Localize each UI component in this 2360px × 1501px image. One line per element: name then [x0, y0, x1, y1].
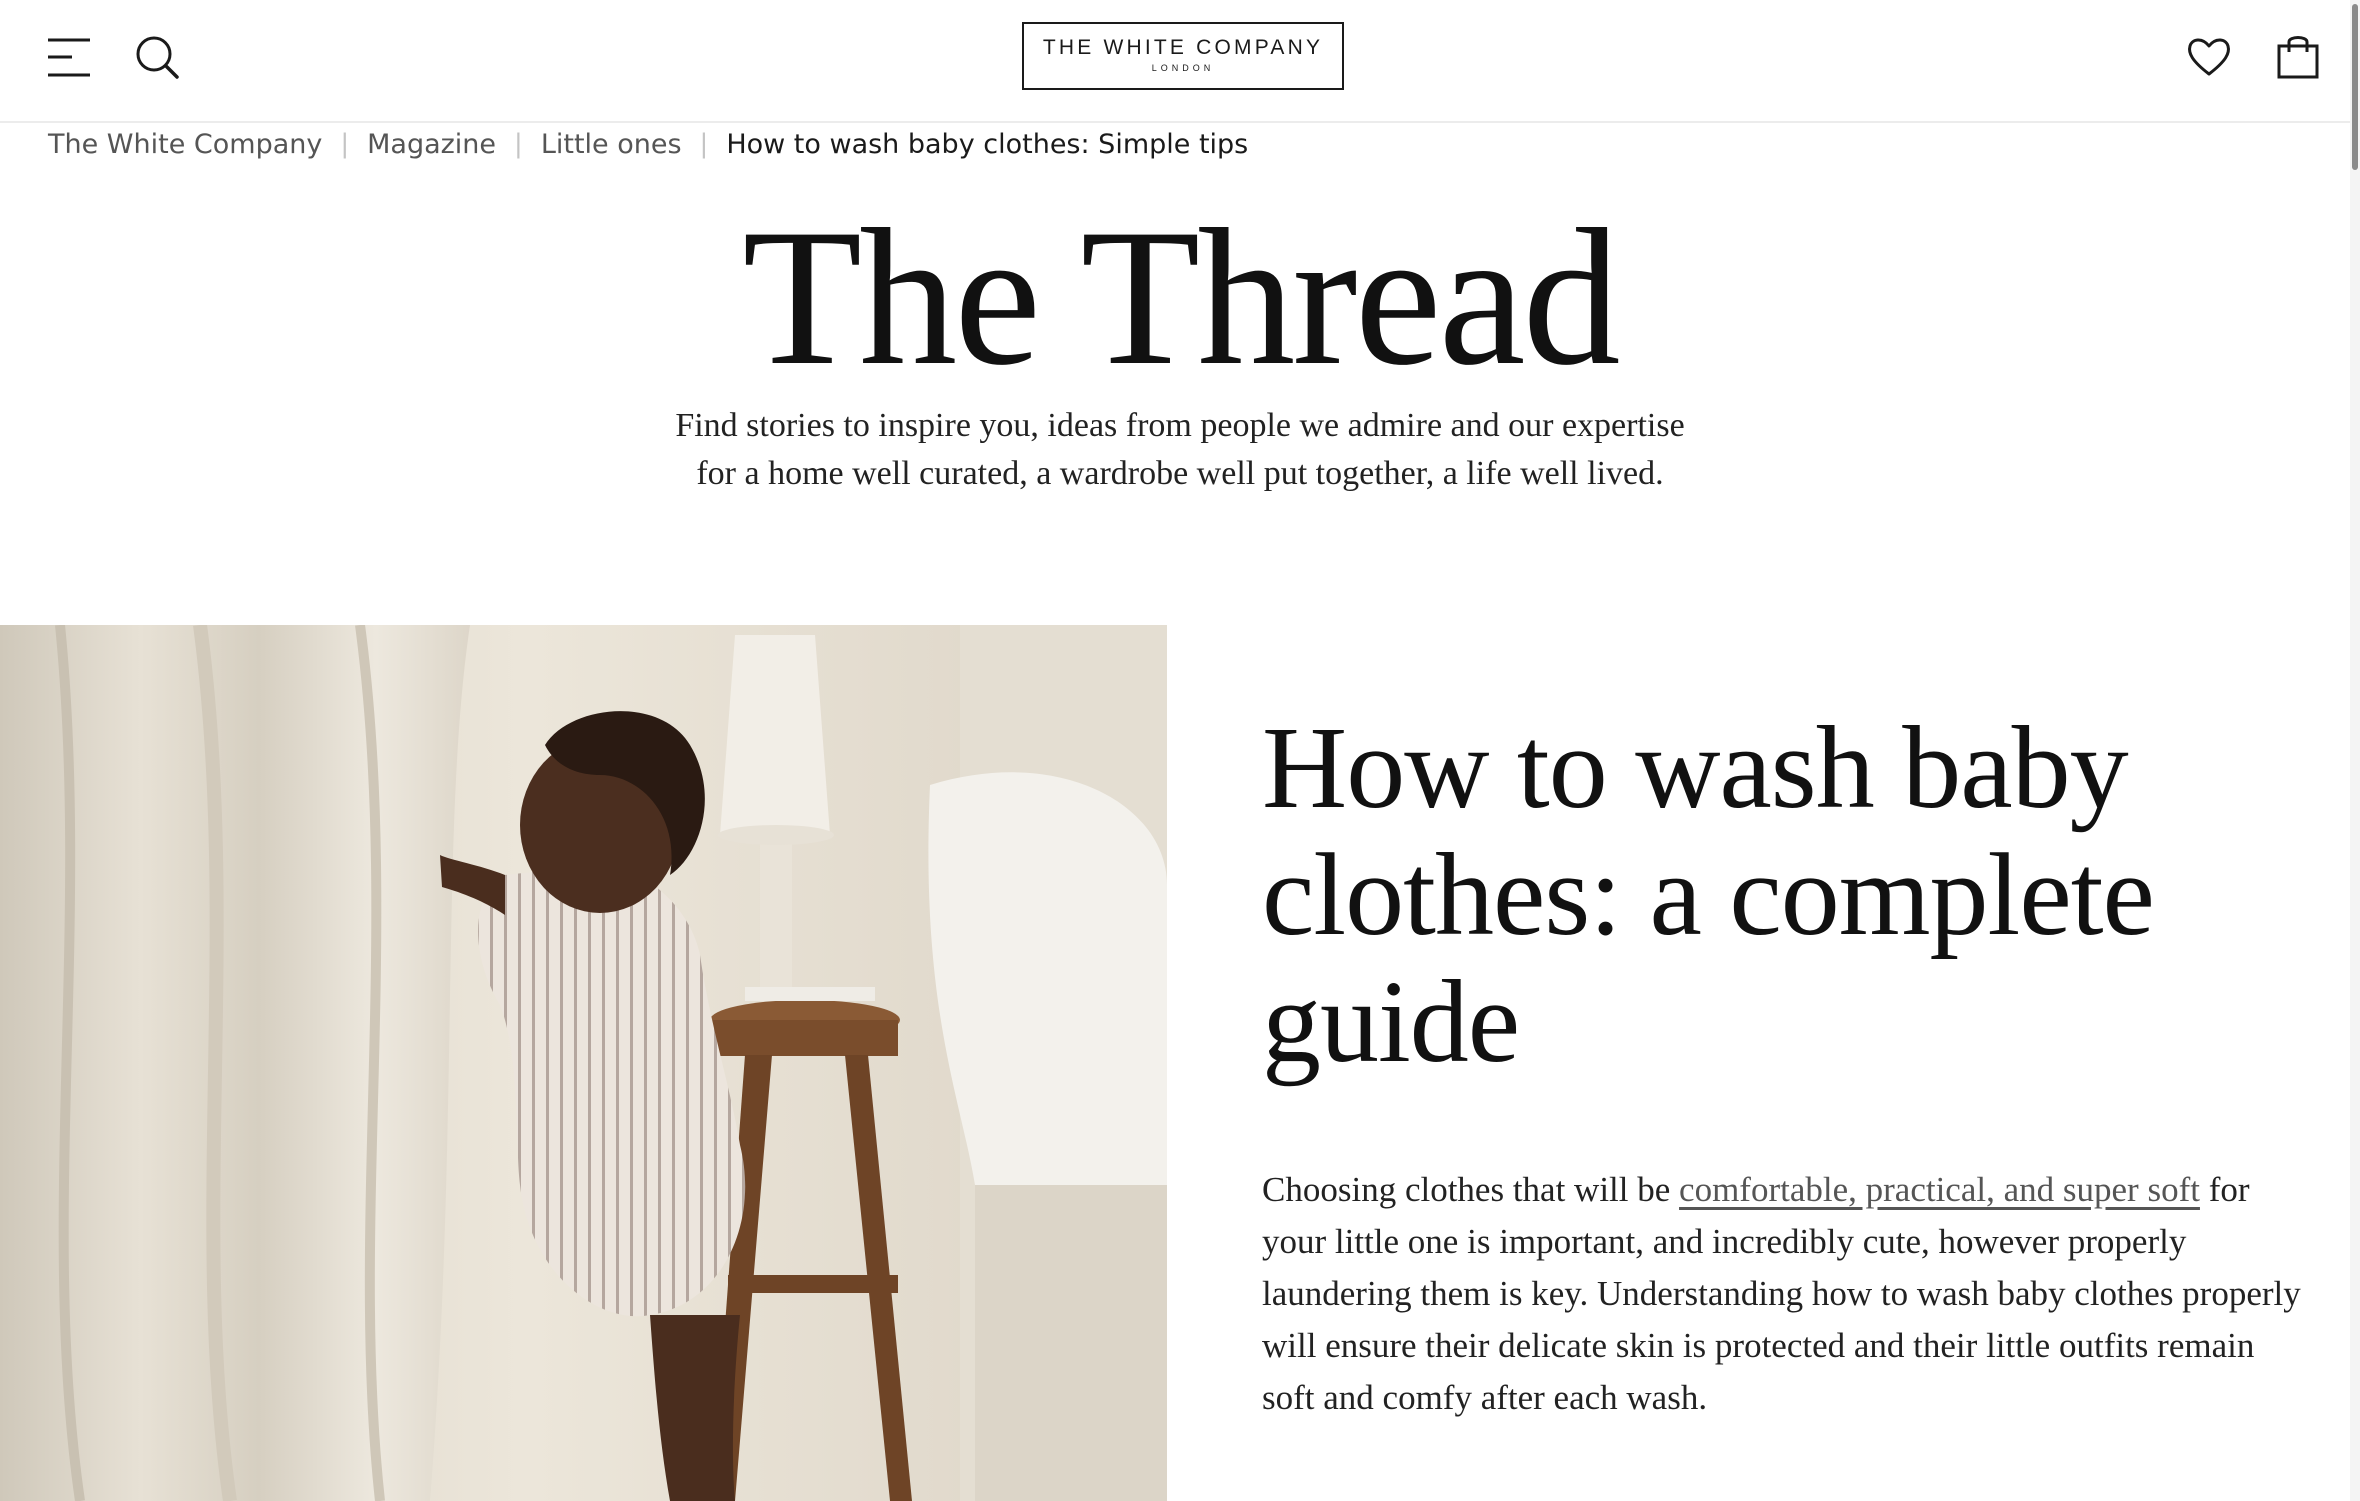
comfortable-clothing-link[interactable]: comfortable, practical, and super soft: [1679, 1170, 2200, 1209]
article-intro: Choosing clothes that will be comfortabl…: [1262, 1164, 2302, 1424]
breadcrumb-current-page: How to wash baby clothes: Simple tips: [726, 128, 1249, 160]
magazine-subtitle: Find stories to inspire you, ideas from …: [675, 407, 1685, 492]
logo-wordmark: THE WHITE COMPANY: [1042, 36, 1324, 59]
breadcrumb: The White Company | Magazine | Little on…: [48, 124, 1248, 164]
breadcrumb-little-ones-link[interactable]: Little ones: [541, 129, 682, 160]
heart-icon[interactable]: [2186, 34, 2232, 80]
magazine-title: The Thread: [742, 189, 1620, 406]
site-header: THE WHITE COMPANY LONDON: [0, 0, 2360, 123]
hero-image-toddler-by-curtain: [0, 625, 1167, 1501]
article-intro-text: Choosing clothes that will be: [1262, 1170, 1680, 1209]
breadcrumb-separator: |: [514, 129, 523, 159]
breadcrumb-magazine-link[interactable]: Magazine: [367, 129, 496, 160]
article-title: How to wash baby clothes: a complete gui…: [1262, 702, 2155, 1087]
menu-icon[interactable]: [46, 36, 92, 80]
breadcrumb-separator: |: [340, 129, 350, 159]
search-icon[interactable]: [134, 34, 180, 80]
breadcrumb-home-link[interactable]: The White Company: [48, 129, 322, 160]
scrollbar-thumb[interactable]: [2352, 4, 2358, 170]
logo-subtext: LONDON: [1151, 63, 1215, 73]
brand-logo[interactable]: THE WHITE COMPANY LONDON: [1022, 22, 1344, 90]
shopping-bag-icon[interactable]: [2276, 32, 2320, 80]
breadcrumb-separator: |: [699, 129, 709, 159]
